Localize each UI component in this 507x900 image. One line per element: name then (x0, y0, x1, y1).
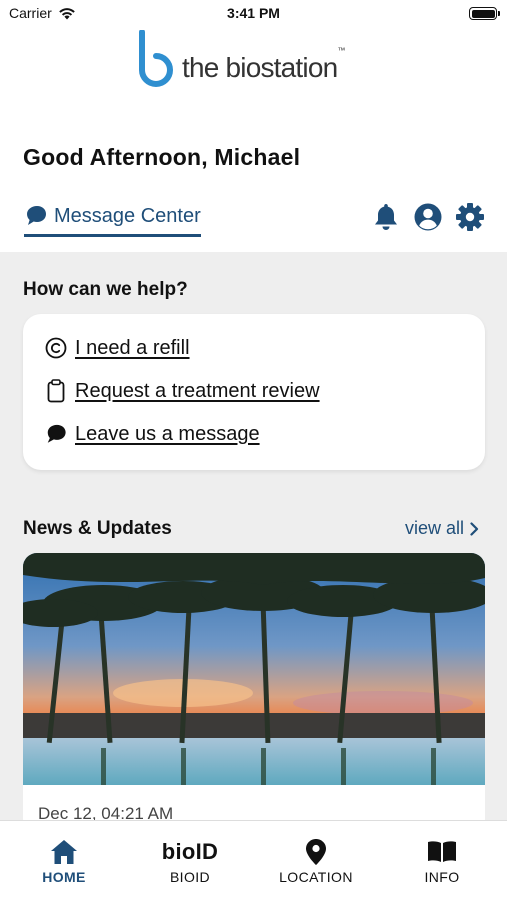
tab-location-label: LOCATION (279, 869, 353, 885)
news-section-title: News & Updates (23, 518, 172, 539)
header-actions (371, 202, 485, 232)
biostation-logo-mark (139, 30, 173, 87)
clipboard-icon (45, 379, 67, 403)
leave-message-link[interactable]: Leave us a message (45, 422, 260, 446)
tab-location[interactable]: LOCATION (253, 821, 379, 900)
refill-link-label: I need a refill (75, 336, 190, 359)
bell-icon (375, 204, 397, 230)
message-center-label: Message Center (54, 204, 201, 227)
user-circle-icon (414, 203, 442, 231)
battery-icon (469, 7, 500, 20)
help-card: I need a refill Request a treatment revi… (23, 314, 485, 470)
main-content: How can we help? I need a refill Request… (0, 252, 507, 833)
notifications-button[interactable] (371, 202, 401, 232)
profile-button[interactable] (413, 202, 443, 232)
treatment-review-label: Request a treatment review (75, 379, 320, 402)
location-pin-icon (253, 837, 379, 867)
chevron-right-icon (470, 521, 479, 536)
bioid-logo: bioID (161, 839, 219, 864)
chat-bubble-icon (45, 422, 67, 446)
tab-info-label: INFO (424, 869, 460, 885)
tab-home[interactable]: HOME (1, 821, 127, 900)
status-bar: Carrier 3:41 PM (0, 0, 507, 28)
refill-link[interactable]: I need a refill (45, 336, 190, 360)
message-center-tab[interactable]: Message Center (24, 204, 201, 237)
tab-bioid-label: BIOID (169, 869, 211, 885)
tab-info[interactable]: INFO (379, 821, 505, 900)
chat-bubble-icon (27, 206, 46, 225)
view-all-link[interactable]: view all (405, 518, 479, 539)
help-section-title: How can we help? (23, 279, 188, 300)
home-icon (1, 837, 127, 867)
greeting-heading: Good Afternoon, Michael (23, 144, 301, 170)
refill-icon (45, 336, 67, 360)
book-icon (379, 837, 505, 867)
tab-home-label: HOME (42, 869, 86, 885)
news-card[interactable]: Dec 12, 04:21 AM (23, 553, 485, 833)
tab-bar: HOME bioID BIOID LOCATION INFO (0, 820, 507, 900)
view-all-label: view all (404, 518, 464, 538)
brand-logo: the biostation™ (136, 30, 376, 94)
treatment-review-link[interactable]: Request a treatment review (45, 379, 320, 403)
settings-button[interactable] (455, 202, 485, 232)
tab-bioid[interactable]: bioID BIOID (127, 821, 253, 900)
leave-message-label: Leave us a message (75, 422, 260, 445)
gear-icon (456, 203, 484, 231)
status-time: 3:41 PM (227, 5, 280, 21)
news-image (23, 553, 485, 785)
brand-name: the biostation™ (182, 45, 345, 83)
